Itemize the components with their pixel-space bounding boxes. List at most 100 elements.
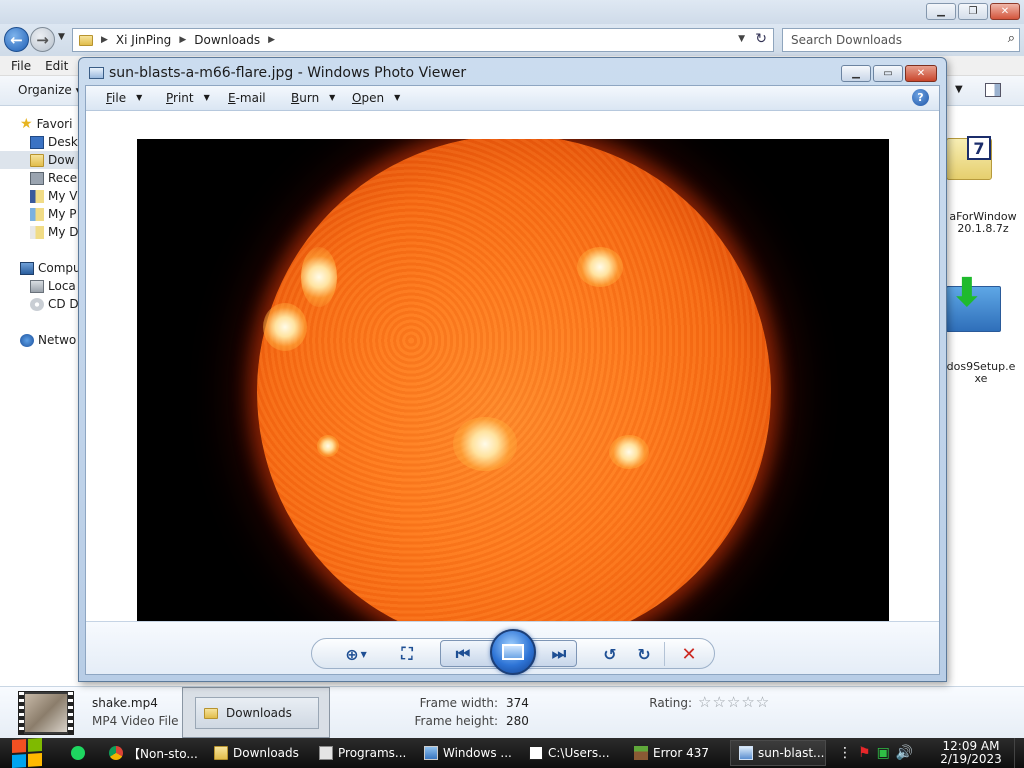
chevron-down-icon: ▼ bbox=[360, 649, 367, 659]
task-spotify[interactable] bbox=[62, 740, 98, 766]
back-button[interactable]: ← bbox=[4, 27, 29, 52]
organize-button[interactable]: Organize ▼ bbox=[18, 83, 83, 97]
nav-computer[interactable]: Compu bbox=[20, 259, 81, 277]
previous-button[interactable]: ⏮ bbox=[448, 641, 478, 667]
action-center-flag-icon[interactable]: ⚑ bbox=[858, 745, 871, 761]
nav-my-documents[interactable]: My D bbox=[30, 223, 79, 241]
task-programs[interactable]: Programs... bbox=[310, 740, 412, 766]
breadcrumb-downloads[interactable]: Downloads bbox=[194, 33, 260, 47]
frame-height-value: 280 bbox=[506, 714, 529, 728]
organize-label: Organize bbox=[18, 83, 72, 97]
detail-file-type: MP4 Video File ( bbox=[92, 714, 188, 728]
recent-pages-dropdown-icon[interactable]: ▼ bbox=[58, 32, 65, 42]
computer-icon bbox=[20, 261, 34, 275]
file-label-7z[interactable]: aForWindow 20.1.8.7z bbox=[944, 211, 1022, 235]
spotify-icon bbox=[71, 746, 85, 760]
breadcrumb-chevron-icon[interactable]: ▶ bbox=[268, 35, 275, 45]
overflow-icon[interactable]: ⋮ bbox=[838, 745, 852, 761]
menu-edit[interactable]: Edit bbox=[40, 59, 73, 73]
nav-desktop[interactable]: Desk bbox=[30, 133, 78, 151]
task-chrome[interactable]: 【Non-sto... bbox=[100, 740, 202, 766]
network-status-icon[interactable]: ▣ bbox=[877, 745, 890, 761]
restore-button[interactable]: ❐ bbox=[958, 3, 988, 20]
nav-label: My D bbox=[48, 225, 79, 239]
view-options-dropdown-icon[interactable]: ▼ bbox=[955, 84, 963, 95]
folder-icon bbox=[214, 746, 228, 760]
photo-viewer-app-icon bbox=[89, 67, 104, 79]
videos-icon bbox=[30, 189, 44, 203]
viewer-control-bar: ⊕ ▼ ⛶ ⏮ ⏭ ↺ ↻ ✕ bbox=[86, 621, 939, 675]
system-clock[interactable]: 12:09 AM 2/19/2023 bbox=[936, 740, 1006, 766]
breadcrumb-user[interactable]: Xi JinPing bbox=[116, 33, 171, 47]
file-name-line: 20.1.8.7z bbox=[957, 222, 1009, 235]
solar-flare-upper-right bbox=[577, 247, 623, 287]
show-desktop-button[interactable] bbox=[1014, 738, 1024, 768]
start-button[interactable] bbox=[10, 737, 44, 768]
thumbnail-item-downloads[interactable]: Downloads bbox=[195, 697, 319, 729]
menu-open[interactable]: Open ▼ bbox=[352, 91, 400, 105]
photo-viewer-icon bbox=[739, 746, 753, 760]
preview-pane-icon[interactable] bbox=[985, 83, 1001, 97]
menu-print[interactable]: Print ▼ bbox=[166, 91, 210, 105]
7zip-icon bbox=[529, 746, 543, 760]
rating-stars[interactable]: ☆☆☆☆☆ bbox=[698, 693, 770, 711]
task-label: Downloads bbox=[233, 746, 299, 760]
menu-accelerator: E bbox=[228, 91, 236, 105]
folder-icon bbox=[204, 707, 218, 719]
nav-local-disk[interactable]: Loca bbox=[30, 277, 76, 295]
task-photo-viewer[interactable]: sun-blast... bbox=[730, 740, 826, 766]
search-input[interactable]: Search Downloads ⌕ bbox=[782, 28, 1020, 52]
taskbar-thumbnail-preview[interactable]: Downloads bbox=[182, 687, 330, 738]
task-minecraft[interactable]: Error 437 bbox=[625, 740, 727, 766]
nav-my-videos[interactable]: My V bbox=[30, 187, 77, 205]
menu-file[interactable]: File bbox=[6, 59, 36, 73]
next-button[interactable]: ⏭ bbox=[544, 641, 574, 667]
volume-icon[interactable]: 🔊 bbox=[896, 745, 913, 761]
rotate-counterclockwise-button[interactable]: ↺ bbox=[598, 641, 622, 667]
task-windows[interactable]: Windows ... bbox=[415, 740, 517, 766]
delete-button[interactable]: ✕ bbox=[676, 641, 702, 667]
menu-file[interactable]: File ▼ bbox=[106, 91, 142, 105]
task-label: C:\Users... bbox=[548, 746, 610, 760]
task-downloads[interactable]: Downloads bbox=[205, 740, 307, 766]
search-icon[interactable]: ⌕ bbox=[1008, 31, 1015, 46]
nav-downloads[interactable]: Dow bbox=[0, 151, 80, 169]
address-bar[interactable]: ▶ Xi JinPing ▶ Downloads ▶ ▼ ↻ bbox=[72, 28, 774, 52]
explorer-titlebar[interactable]: ▁ ❐ ✕ bbox=[0, 0, 1024, 24]
forward-button[interactable]: → bbox=[30, 27, 55, 52]
video-thumbnail bbox=[18, 691, 74, 735]
play-slideshow-button[interactable] bbox=[490, 629, 536, 675]
nav-my-pictures[interactable]: My P bbox=[30, 205, 77, 223]
downloads-folder-icon bbox=[30, 153, 44, 167]
file-label-setup[interactable]: dos9Setup.e xe bbox=[944, 361, 1018, 385]
nav-cd-drive[interactable]: CD D bbox=[30, 295, 79, 313]
help-icon[interactable]: ? bbox=[912, 89, 929, 106]
image-display-area[interactable] bbox=[86, 111, 939, 645]
minimize-icon: ▁ bbox=[937, 6, 945, 17]
maximize-button[interactable]: ▭ bbox=[873, 65, 903, 82]
nav-favorites[interactable]: ★ Favori bbox=[20, 115, 72, 133]
nav-label: Compu bbox=[38, 261, 81, 275]
taskbar: 【Non-sto... Downloads Programs... Window… bbox=[0, 737, 1024, 768]
actual-size-button[interactable]: ⛶ bbox=[394, 641, 420, 667]
7z-archive-icon[interactable]: 7 bbox=[946, 136, 992, 180]
zoom-button[interactable]: ⊕ ▼ bbox=[338, 641, 374, 667]
menu-email[interactable]: E-mail bbox=[228, 91, 266, 105]
minimize-button[interactable]: ▁ bbox=[841, 65, 871, 82]
menu-burn[interactable]: Burn ▼ bbox=[291, 91, 335, 105]
cd-drive-icon bbox=[30, 297, 44, 311]
rotate-clockwise-button[interactable]: ↻ bbox=[632, 641, 656, 667]
close-button[interactable]: ✕ bbox=[990, 3, 1020, 20]
refresh-icon[interactable]: ↻ bbox=[755, 31, 767, 47]
frame-width-label: Frame width: bbox=[419, 696, 498, 710]
notification-area: ⋮ ⚑ ▣ 🔊 bbox=[838, 738, 913, 768]
breadcrumb-chevron-icon[interactable]: ▶ bbox=[179, 35, 186, 45]
nav-recent-places[interactable]: Rece bbox=[30, 169, 77, 187]
task-7zip-console[interactable]: C:\Users... bbox=[520, 740, 622, 766]
file-name-line: xe bbox=[974, 372, 988, 385]
nav-network[interactable]: Netwo bbox=[20, 331, 76, 349]
close-button[interactable]: ✕ bbox=[905, 65, 937, 82]
address-dropdown-icon[interactable]: ▼ bbox=[738, 34, 745, 44]
minimize-button[interactable]: ▁ bbox=[926, 3, 956, 20]
breadcrumb-chevron-icon[interactable]: ▶ bbox=[101, 35, 108, 45]
